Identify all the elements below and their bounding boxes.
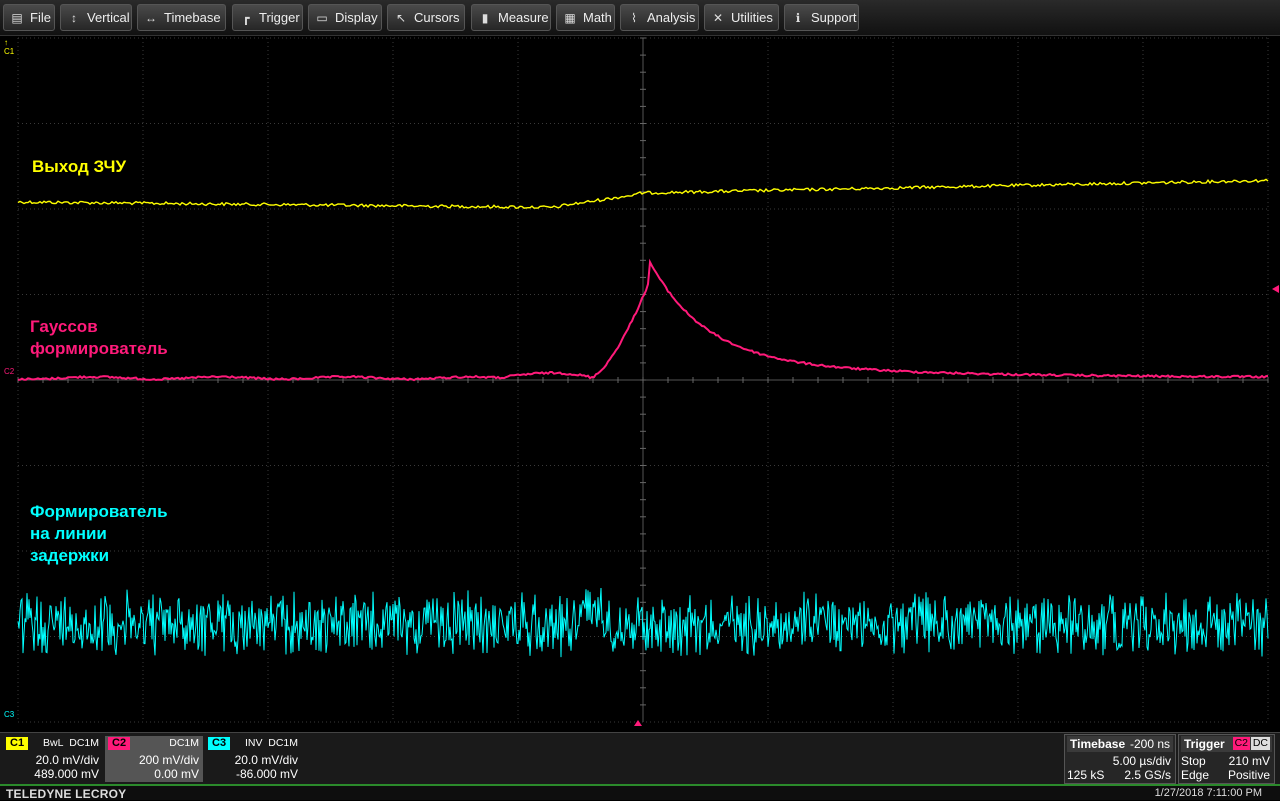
c1-tag: C1 (6, 737, 29, 750)
c1-offset: 489.000 mV (34, 767, 99, 781)
c3-descriptor[interactable]: C3 INV DC1M 20.0 mV/div -86.000 mV (205, 736, 302, 782)
menu-support-button[interactable]: ℹ Support (784, 4, 859, 31)
menu-measure-button[interactable]: ▮ Measure (471, 4, 551, 31)
menu-trigger-label: Trigger (259, 10, 300, 25)
menu-timebase-label: Timebase (164, 10, 221, 25)
c2-tag: C2 (108, 737, 131, 750)
c1-label-text: Выход ЗЧУ (32, 157, 127, 176)
brand-logo: TELEDYNE LECROY (6, 787, 127, 801)
analysis-icon: ⌇ (631, 10, 637, 25)
menu-timebase-button[interactable]: ↔ Timebase (137, 4, 226, 31)
c3-coupling: DC1M (268, 737, 298, 749)
timebase-title: Timebase (1070, 737, 1126, 751)
c2-offset: 0.00 mV (154, 767, 199, 781)
trigger-header: Trigger C2 DC (1181, 736, 1272, 752)
c1-trace-label: Выход ЗЧУ (32, 156, 126, 178)
waveform-display[interactable]: ↑ C1 C2 C3 Выход ЗЧУ Гауссов формировател… (0, 36, 1280, 732)
descriptor-panel: C1 BwL DC1M 20.0 mV/div 489.000 mV C2 DC… (0, 732, 1280, 784)
menu-utilities-button[interactable]: ✕ Utilities (704, 4, 779, 31)
c3-label-line1: Формирователь (30, 502, 168, 521)
menu-cursors-label: Cursors (414, 10, 460, 25)
trigger-type: Edge (1181, 768, 1210, 782)
menu-analysis-button[interactable]: ⌇ Analysis (620, 4, 699, 31)
menu-trigger-button[interactable]: ┏ Trigger (232, 4, 303, 31)
c1-ground-marker[interactable]: ↑ C1 (4, 38, 14, 56)
timebase-delay: -200 ns (1129, 737, 1170, 751)
trigger-descriptor[interactable]: Trigger C2 DC Stop 210 mV Edge Positive (1178, 734, 1275, 784)
trigger-level: 210 mV (1228, 754, 1270, 768)
c1-descriptor[interactable]: C1 BwL DC1M 20.0 mV/div 489.000 mV (3, 736, 103, 782)
c3-trace-label: Формирователь на линии задержки (30, 501, 168, 567)
c2-ground-marker[interactable]: C2 (4, 367, 14, 376)
trigger-title: Trigger (1184, 737, 1225, 751)
menu-display-button[interactable]: ▭ Display (308, 4, 382, 31)
c3-label-line2: на линии (30, 524, 107, 543)
menu-math-label: Math (583, 10, 612, 25)
timebase-samples: 125 kS (1067, 768, 1105, 782)
vertical-icon: ↕ (71, 10, 77, 25)
menu-utilities-label: Utilities (731, 10, 773, 25)
c2-trace-label: Гауссов формирователь (30, 316, 168, 360)
support-icon: ℹ (795, 10, 801, 25)
c2-descriptor[interactable]: C2 DC1M 200 mV/div 0.00 mV (105, 736, 203, 782)
timebase-descriptor[interactable]: Timebase -200 ns 5.00 µs/div 125 kS 2.5 … (1064, 734, 1176, 784)
c3-vdiv: 20.0 mV/div (234, 753, 298, 767)
trigger-mode: Stop (1181, 754, 1206, 768)
c2-label-line1: Гауссов (30, 317, 98, 336)
waveform-grid (17, 37, 1279, 726)
file-icon: ▤ (11, 10, 23, 25)
c1-coupling: DC1M (69, 737, 99, 749)
menu-file-button[interactable]: ▤ File (3, 4, 55, 31)
menu-measure-label: Measure (498, 10, 549, 25)
math-icon: ▦ (564, 10, 576, 25)
trigger-level-marker (1272, 285, 1279, 293)
measure-icon: ▮ (481, 10, 489, 25)
menu-bar: ▤ File ↕ Vertical ↔ Timebase ┏ Trigger ▭ Disp… (0, 0, 1280, 36)
menu-math-button[interactable]: ▦ Math (556, 4, 615, 31)
menu-cursors-button[interactable]: ↖ Cursors (387, 4, 465, 31)
date-time: 1/27/2018 7:11:00 PM (1154, 787, 1262, 799)
c3-label-line3: задержки (30, 546, 110, 565)
trigger-coupling: DC (1250, 737, 1270, 750)
timebase-header: Timebase -200 ns (1067, 736, 1173, 752)
c3-tag: C3 (208, 737, 231, 750)
menu-file-label: File (30, 10, 51, 25)
display-icon: ▭ (316, 10, 328, 25)
c3-ground-marker[interactable]: C3 (4, 710, 14, 719)
menu-display-label: Display (335, 10, 378, 25)
menu-vertical-label: Vertical (87, 10, 130, 25)
menu-support-label: Support (811, 10, 857, 25)
menu-analysis-label: Analysis (647, 10, 696, 25)
cursors-icon: ↖ (395, 10, 407, 25)
c3-inv: INV (245, 737, 263, 749)
menu-vertical-button[interactable]: ↕ Vertical (60, 4, 132, 31)
c2-vdiv: 200 mV/div (138, 753, 199, 767)
status-bar: TELEDYNE LECROY 1/27/2018 7:11:00 PM (0, 784, 1280, 801)
c2-coupling: DC1M (169, 737, 199, 749)
c1-bwl: BwL (43, 737, 64, 749)
utilities-icon: ✕ (712, 10, 724, 25)
c2-label-line2: формирователь (30, 339, 168, 358)
trigger-slope: Positive (1227, 768, 1270, 782)
c1-vdiv: 20.0 mV/div (35, 753, 99, 767)
timebase-tdiv: 5.00 µs/div (1112, 754, 1171, 768)
c3-offset: -86.000 mV (235, 767, 298, 781)
trigger-source: C2 (1232, 737, 1250, 750)
trigger-position-marker (634, 720, 642, 726)
timebase-rate: 2.5 GS/s (1124, 768, 1171, 782)
timebase-icon: ↔ (145, 10, 157, 25)
trigger-icon: ┏ (242, 10, 250, 25)
